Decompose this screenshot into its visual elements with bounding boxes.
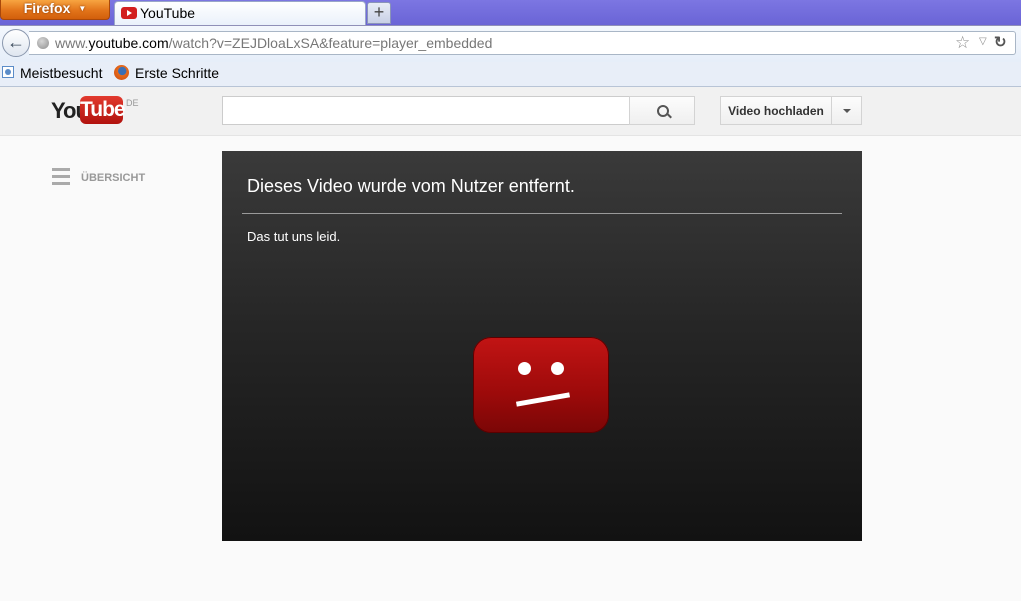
new-tab-button[interactable]: + <box>367 2 391 24</box>
history-dropdown-icon[interactable]: ▽ <box>979 36 987 47</box>
bookmarks-toolbar: Meistbesucht Erste Schritte <box>0 62 1021 87</box>
search-button[interactable] <box>629 96 695 125</box>
bookmark-most-visited[interactable]: Meistbesucht <box>20 65 102 81</box>
search-input[interactable] <box>222 96 630 125</box>
url-host: youtube.com <box>88 35 169 51</box>
logo-tube: Tube <box>80 96 126 124</box>
error-subtitle: Das tut uns leid. <box>247 229 341 244</box>
youtube-favicon-icon <box>121 7 137 19</box>
video-player: Dieses Video wurde vom Nutzer entfernt. … <box>222 151 862 541</box>
sad-face-right-eye <box>551 362 564 375</box>
back-button[interactable]: ← <box>2 29 30 57</box>
upload-dropdown-button[interactable] <box>831 96 862 125</box>
error-title: Dieses Video wurde vom Nutzer entfernt. <box>247 176 575 196</box>
sad-face-left-eye <box>518 362 531 375</box>
divider <box>242 213 842 214</box>
most-visited-icon <box>2 66 14 78</box>
bookmark-star-icon[interactable]: ☆ <box>955 33 970 53</box>
plus-icon: + <box>373 2 385 22</box>
bookmark-getting-started[interactable]: Erste Schritte <box>135 65 219 81</box>
search-icon <box>657 105 669 117</box>
browser-tab-strip: Firefox ▼ YouTube + <box>0 0 1021 26</box>
tab-title: YouTube <box>140 5 196 21</box>
firefox-menu-label: Firefox <box>23 0 71 16</box>
menu-icon <box>52 168 70 186</box>
browser-tab-youtube[interactable]: YouTube <box>114 1 366 25</box>
url-prefix: www. <box>55 35 89 51</box>
firefox-logo-icon <box>114 65 129 80</box>
reload-icon[interactable]: ↻ <box>994 33 1007 51</box>
globe-icon <box>37 37 49 49</box>
upload-button[interactable]: Video hochladen <box>720 96 832 125</box>
back-arrow-icon: ← <box>7 32 25 52</box>
url-bar[interactable]: www.youtube.com/watch?v=ZEJDloaLxSA&feat… <box>29 31 1016 55</box>
navigation-toolbar: www.youtube.com/watch?v=ZEJDloaLxSA&feat… <box>0 26 1021 62</box>
sad-face-icon <box>473 337 609 433</box>
url-path: /watch?v=ZEJDloaLxSA&feature=player_embe… <box>168 35 493 51</box>
caret-down-icon: ▼ <box>78 4 87 13</box>
guide-label: ÜBERSICHT <box>81 172 146 184</box>
url-text[interactable]: www.youtube.com/watch?v=ZEJDloaLxSA&feat… <box>55 35 492 51</box>
firefox-menu-button[interactable]: Firefox ▼ <box>0 0 110 20</box>
logo-region: DE <box>126 98 139 108</box>
sad-face-mouth <box>515 392 571 407</box>
youtube-header: You Tube DE Video hochladen <box>0 87 1021 136</box>
